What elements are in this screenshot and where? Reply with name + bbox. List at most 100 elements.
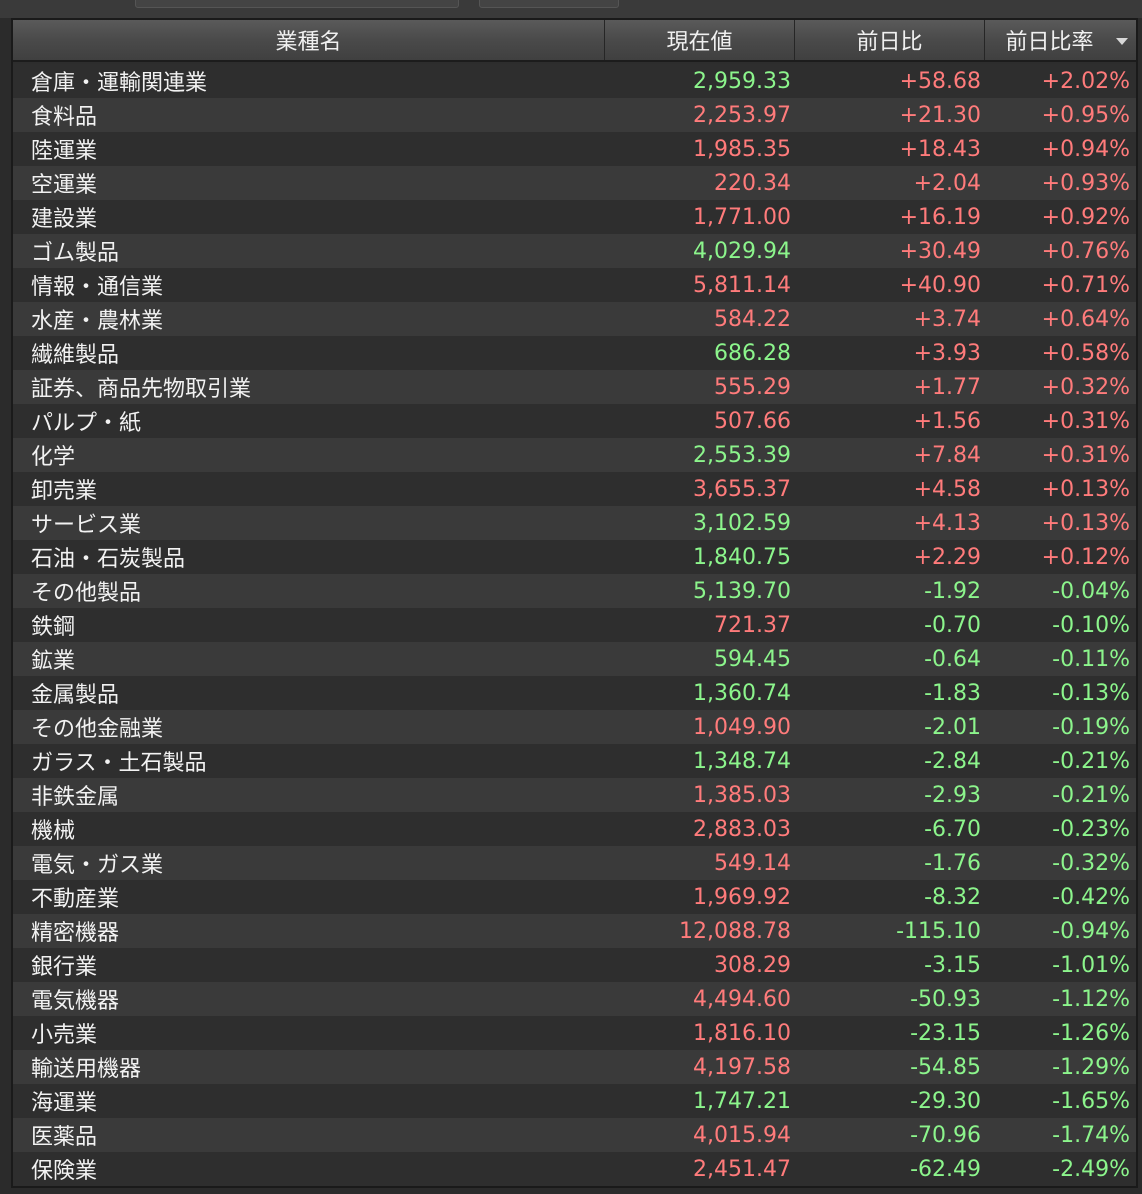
sector-table: 業種名 現在値 前日比 前日比率 倉庫・運輸関連業 2,959.33 +58.68 +… [11,18,1138,1188]
row-name: 医薬品 [31,1125,98,1150]
row-price: 594.45 [714,646,791,672]
row-name: 繊維製品 [31,343,120,368]
table-row[interactable]: 不動産業 1,969.92 -8.32 -0.42% [13,880,1136,914]
row-name: 銀行業 [31,955,98,980]
row-change: +3.93 [913,340,981,366]
row-price: 1,747.21 [693,1088,791,1114]
table-row[interactable]: 食料品 2,253.97 +21.30 +0.95% [13,98,1136,132]
table-body: 倉庫・運輸関連業 2,959.33 +58.68 +2.02% 食料品 2,253.97 +… [13,64,1136,1186]
row-change: +30.49 [899,238,981,264]
row-name: 非鉄金属 [31,785,120,810]
row-name: 輸送用機器 [31,1057,142,1082]
table-row[interactable]: 水産・農林業 584.22 +3.74 +0.64% [13,302,1136,336]
table-row[interactable]: その他金融業 1,049.90 -2.01 -0.19% [13,710,1136,744]
row-price: 1,360.74 [693,680,791,706]
row-change-pct: -1.01% [1052,952,1130,978]
row-price: 220.34 [714,170,791,196]
row-price: 4,197.58 [693,1054,791,1080]
column-header-name[interactable]: 業種名 [13,20,605,60]
row-change: -8.32 [924,884,981,910]
table-row[interactable]: ゴム製品 4,029.94 +30.49 +0.76% [13,234,1136,268]
row-change: +7.84 [913,442,981,468]
row-change-pct: +0.32% [1041,374,1130,400]
sort-descending-icon[interactable] [1116,38,1128,45]
column-header-change[interactable]: 前日比 [795,20,985,60]
column-header-change-pct-label: 前日比率 [1005,30,1094,55]
row-change-pct: -0.21% [1052,782,1130,808]
table-row[interactable]: 卸売業 3,655.37 +4.58 +0.13% [13,472,1136,506]
row-change: -70.96 [910,1122,981,1148]
row-change-pct: +0.94% [1041,136,1130,162]
table-row[interactable]: 金属製品 1,360.74 -1.83 -0.13% [13,676,1136,710]
row-change: +21.30 [899,102,981,128]
row-name: 証券、商品先物取引業 [31,377,252,402]
table-row[interactable]: 繊維製品 686.28 +3.93 +0.58% [13,336,1136,370]
column-header-change-pct[interactable]: 前日比率 [985,20,1136,60]
row-name: ガラス・土石製品 [31,751,207,776]
table-row[interactable]: サービス業 3,102.59 +4.13 +0.13% [13,506,1136,540]
row-change-pct: -0.23% [1052,816,1130,842]
row-change-pct: -1.65% [1052,1088,1130,1114]
row-name: 鉄鋼 [31,615,76,640]
row-name: 鉱業 [31,649,76,674]
row-change-pct: -1.74% [1052,1122,1130,1148]
table-row[interactable]: 石油・石炭製品 1,840.75 +2.29 +0.12% [13,540,1136,574]
table-row[interactable]: 電気機器 4,494.60 -50.93 -1.12% [13,982,1136,1016]
row-name: 空運業 [31,173,98,198]
row-name: 保険業 [31,1159,98,1184]
row-change-pct: +0.64% [1041,306,1130,332]
table-row[interactable]: 鉱業 594.45 -0.64 -0.11% [13,642,1136,676]
toolbar-dropdown[interactable] [135,0,459,8]
toolbar-button[interactable] [479,0,619,8]
row-price: 4,015.94 [693,1122,791,1148]
row-price: 4,029.94 [693,238,791,264]
table-row[interactable]: 陸運業 1,985.35 +18.43 +0.94% [13,132,1136,166]
row-change: +1.77 [913,374,981,400]
row-change-pct: -0.11% [1052,646,1130,672]
table-row[interactable]: 精密機器 12,088.78 -115.10 -0.94% [13,914,1136,948]
table-row[interactable]: 輸送用機器 4,197.58 -54.85 -1.29% [13,1050,1136,1084]
table-row[interactable]: 非鉄金属 1,385.03 -2.93 -0.21% [13,778,1136,812]
table-row[interactable]: 倉庫・運輸関連業 2,959.33 +58.68 +2.02% [13,64,1136,98]
row-change: +40.90 [899,272,981,298]
table-row[interactable]: 銀行業 308.29 -3.15 -1.01% [13,948,1136,982]
row-change: -23.15 [910,1020,981,1046]
row-price: 1,049.90 [693,714,791,740]
row-name: 電気機器 [31,989,120,1014]
row-name: 建設業 [31,207,98,232]
row-price: 308.29 [714,952,791,978]
row-name: 機械 [31,819,76,844]
row-name: 化学 [31,445,76,470]
row-price: 4,494.60 [693,986,791,1012]
row-change-pct: -0.19% [1052,714,1130,740]
row-change-pct: -0.21% [1052,748,1130,774]
table-row[interactable]: 医薬品 4,015.94 -70.96 -1.74% [13,1118,1136,1152]
row-name: 水産・農林業 [31,309,164,334]
table-row[interactable]: 小売業 1,816.10 -23.15 -1.26% [13,1016,1136,1050]
table-row[interactable]: パルプ・紙 507.66 +1.56 +0.31% [13,404,1136,438]
row-change-pct: -0.42% [1052,884,1130,910]
top-toolbar [0,0,1142,18]
table-row[interactable]: 建設業 1,771.00 +16.19 +0.92% [13,200,1136,234]
row-change: +4.13 [913,510,981,536]
table-row[interactable]: 空運業 220.34 +2.04 +0.93% [13,166,1136,200]
row-change: -29.30 [910,1088,981,1114]
column-header-price[interactable]: 現在値 [605,20,795,60]
table-row[interactable]: 情報・通信業 5,811.14 +40.90 +0.71% [13,268,1136,302]
row-name: 情報・通信業 [31,275,164,300]
table-row[interactable]: 証券、商品先物取引業 555.29 +1.77 +0.32% [13,370,1136,404]
row-price: 12,088.78 [679,918,791,944]
row-name: 不動産業 [31,887,120,912]
row-price: 1,385.03 [693,782,791,808]
table-row[interactable]: 機械 2,883.03 -6.70 -0.23% [13,812,1136,846]
table-row[interactable]: 保険業 2,451.47 -62.49 -2.49% [13,1152,1136,1186]
row-change-pct: -0.32% [1052,850,1130,876]
table-row[interactable]: その他製品 5,139.70 -1.92 -0.04% [13,574,1136,608]
table-row[interactable]: ガラス・土石製品 1,348.74 -2.84 -0.21% [13,744,1136,778]
table-row[interactable]: 海運業 1,747.21 -29.30 -1.65% [13,1084,1136,1118]
row-price: 2,553.39 [693,442,791,468]
table-row[interactable]: 鉄鋼 721.37 -0.70 -0.10% [13,608,1136,642]
table-row[interactable]: 電気・ガス業 549.14 -1.76 -0.32% [13,846,1136,880]
row-change-pct: +0.31% [1041,408,1130,434]
table-row[interactable]: 化学 2,553.39 +7.84 +0.31% [13,438,1136,472]
